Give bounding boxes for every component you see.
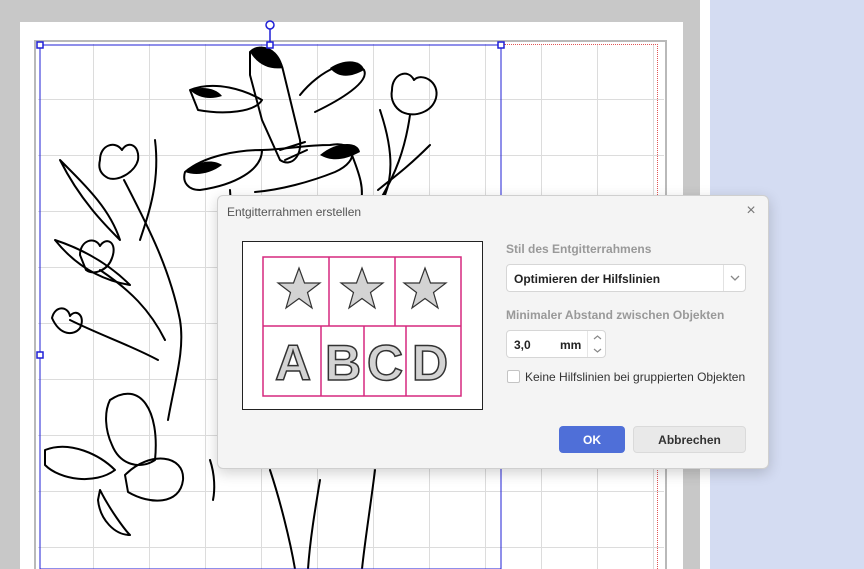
no-guides-grouped-checkbox[interactable] — [507, 370, 520, 383]
weeding-frame-dialog: Entgitterrahmen erstellen × A B C D Stil… — [217, 195, 769, 469]
cancel-button[interactable]: Abbrechen — [633, 426, 746, 453]
preview-letter-b: B — [325, 335, 361, 391]
star-icon — [276, 266, 322, 310]
dialog-title: Entgitterrahmen erstellen — [227, 205, 362, 219]
distance-input[interactable]: 3,0 mm — [506, 330, 606, 358]
chevron-down-icon[interactable] — [723, 265, 745, 291]
weeding-preview: A B C D — [242, 241, 483, 410]
style-label: Stil des Entgitterrahmens — [506, 242, 652, 256]
chevron-down-icon[interactable] — [588, 344, 606, 357]
star-icon — [339, 266, 385, 310]
distance-stepper[interactable] — [587, 331, 605, 357]
distance-label: Minimaler Abstand zwischen Objekten — [506, 308, 725, 322]
ok-button[interactable]: OK — [559, 426, 625, 453]
preview-illustration: A B C D — [262, 256, 462, 397]
chevron-up-icon[interactable] — [588, 331, 606, 344]
preview-letter-d: D — [412, 335, 448, 391]
preview-letter-a: A — [275, 335, 311, 391]
preview-stars — [276, 266, 448, 310]
preview-letter-c: C — [367, 335, 403, 391]
style-select[interactable]: Optimieren der Hilfslinien — [506, 264, 746, 292]
star-icon — [402, 266, 448, 310]
no-guides-grouped-label[interactable]: Keine Hilfslinien bei gruppierten Objekt… — [525, 370, 745, 384]
style-select-value: Optimieren der Hilfslinien — [514, 272, 661, 286]
distance-unit: mm — [560, 338, 582, 352]
close-icon[interactable]: × — [742, 202, 760, 220]
distance-value[interactable]: 3,0 — [514, 338, 531, 352]
